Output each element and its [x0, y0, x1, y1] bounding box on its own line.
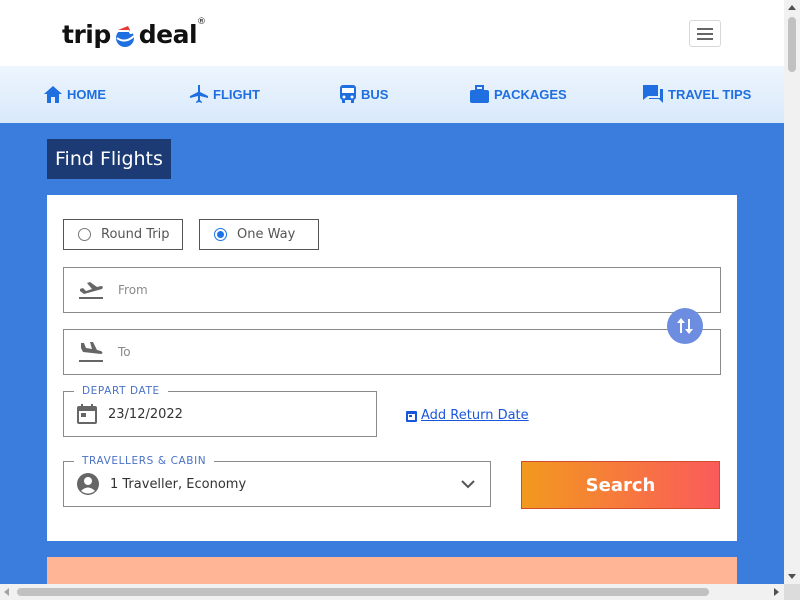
- nav-item-label: FLIGHT: [213, 86, 260, 102]
- logo-globe-icon: [115, 26, 135, 47]
- registered-mark: ®: [197, 17, 207, 27]
- from-placeholder: From: [118, 283, 148, 297]
- one-way-label: One Way: [237, 227, 296, 242]
- search-card: Round Trip One Way From To DEPART DATE 2…: [47, 195, 737, 541]
- menu-line-icon: [697, 27, 713, 30]
- main-nav: HOME FLIGHT BUS PACKAGES TRAVEL TIPS: [0, 66, 784, 123]
- one-way-option[interactable]: One Way: [199, 219, 319, 250]
- scrollbar-corner: [784, 584, 800, 600]
- scroll-down-icon[interactable]: [788, 574, 796, 579]
- from-field[interactable]: From: [63, 267, 721, 313]
- nav-item-travel-tips[interactable]: TRAVEL TIPS: [642, 82, 751, 106]
- page-title: Find Flights: [55, 148, 163, 170]
- round-trip-label: Round Trip: [101, 227, 170, 242]
- scroll-right-icon[interactable]: [774, 588, 779, 596]
- scroll-left-icon[interactable]: [4, 588, 9, 596]
- nav-item-packages[interactable]: PACKAGES: [469, 82, 567, 106]
- home-icon: [44, 85, 62, 103]
- travellers-cabin-field[interactable]: TRAVELLERS & CABIN 1 Traveller, Economy: [63, 455, 491, 507]
- search-button[interactable]: Search: [521, 461, 720, 509]
- vertical-scrollbar[interactable]: [784, 0, 800, 584]
- user-icon: [77, 473, 99, 495]
- nav-item-flight[interactable]: FLIGHT: [189, 82, 260, 106]
- tripodeal-logo[interactable]: trip deal ®: [62, 14, 206, 54]
- nav-item-label: HOME: [67, 86, 106, 102]
- horizontal-scrollbar[interactable]: [0, 584, 784, 600]
- one-way-radio[interactable]: [214, 228, 227, 241]
- hamburger-menu-button[interactable]: [689, 20, 721, 47]
- page: trip deal ® HOME FLIGHT BUS PACKAGES TRA…: [0, 0, 800, 600]
- chevron-down-icon: [461, 480, 475, 489]
- site-header: trip deal ®: [0, 0, 784, 66]
- swap-arrows-icon: [677, 318, 693, 334]
- vertical-scroll-thumb[interactable]: [788, 17, 796, 72]
- logo-text-deal: deal: [138, 19, 198, 49]
- takeoff-icon: [64, 280, 118, 300]
- logo-text-trip: trip: [62, 19, 111, 49]
- travellers-cabin-value: 1 Traveller, Economy: [110, 476, 247, 492]
- menu-line-icon: [697, 32, 713, 35]
- chat-icon: [643, 85, 663, 103]
- swap-button[interactable]: [667, 308, 703, 344]
- round-trip-option[interactable]: Round Trip: [63, 219, 183, 250]
- find-flights-title: Find Flights: [47, 139, 171, 179]
- nav-item-label: PACKAGES: [494, 86, 567, 102]
- nav-item-label: BUS: [361, 86, 389, 102]
- depart-date-value: 23/12/2022: [108, 406, 183, 422]
- landing-icon: [64, 341, 118, 363]
- scroll-up-icon[interactable]: [788, 5, 796, 10]
- travellers-cabin-content: 1 Traveller, Economy: [76, 462, 246, 506]
- add-return-date-label: Add Return Date: [421, 408, 529, 423]
- nav-item-label: TRAVEL TIPS: [668, 86, 752, 102]
- nav-item-home[interactable]: HOME: [43, 82, 106, 106]
- briefcase-icon: [470, 84, 489, 103]
- depart-date-field[interactable]: DEPART DATE 23/12/2022: [63, 385, 377, 437]
- flight-search-section: Find Flights Round Trip One Way From To …: [0, 123, 784, 597]
- bus-icon: [340, 85, 356, 103]
- airplane-icon: [190, 85, 208, 103]
- search-button-label: Search: [585, 474, 656, 496]
- calendar-small-icon: [406, 410, 417, 422]
- add-return-date-link[interactable]: Add Return Date: [406, 408, 529, 423]
- menu-line-icon: [697, 37, 713, 40]
- horizontal-scroll-thumb[interactable]: [17, 588, 709, 596]
- nav-item-bus[interactable]: BUS: [339, 82, 388, 106]
- to-field[interactable]: To: [63, 329, 721, 375]
- to-placeholder: To: [118, 345, 131, 359]
- round-trip-radio[interactable]: [78, 228, 91, 241]
- depart-date-content: 23/12/2022: [76, 392, 183, 436]
- calendar-icon: [77, 404, 97, 424]
